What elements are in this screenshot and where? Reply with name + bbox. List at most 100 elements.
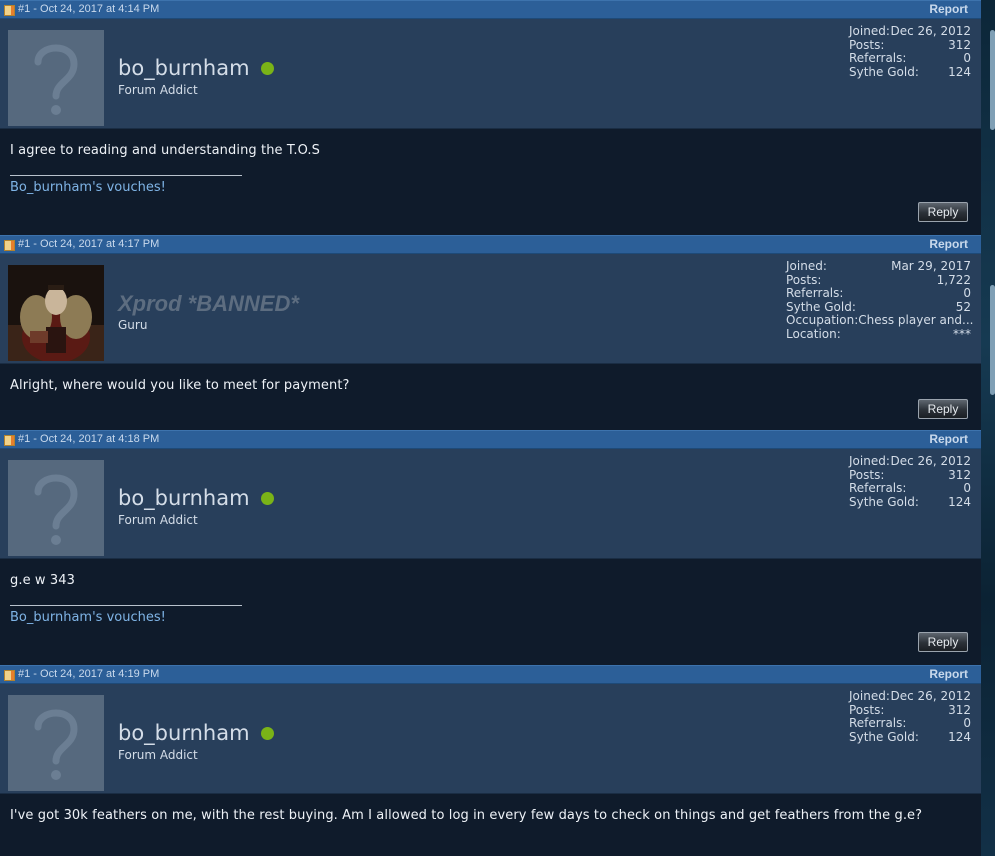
signature-link[interactable]: Bo_burnham's vouches! <box>10 610 166 625</box>
stat-label: Referrals: <box>849 481 907 495</box>
post-header: #1 - Oct 24, 2017 at 4:17 PM Report <box>0 235 981 254</box>
default-avatar-icon <box>8 695 104 791</box>
stat-value: 124 <box>948 494 971 509</box>
stat-row: Sythe Gold: 124 <box>849 494 971 510</box>
stat-row: Joined: Dec 26, 2012 <box>849 689 971 704</box>
stat-row: Sythe Gold: 124 <box>849 729 971 745</box>
signature-divider <box>10 175 242 176</box>
post-body: g.e w 343 Bo_burnham's vouches! Reply <box>0 559 981 665</box>
user-title: Forum Addict <box>118 83 198 97</box>
post: #1 - Oct 24, 2017 at 4:19 PM Report bo_b… <box>0 665 981 837</box>
username[interactable]: bo_burnham <box>118 486 250 510</box>
stat-row: Posts: 312 <box>849 37 971 53</box>
stat-value: 52 <box>955 299 971 314</box>
post: #1 - Oct 24, 2017 at 4:17 PM Report Xpro… <box>0 235 981 430</box>
stat-value: 0 <box>963 716 971 730</box>
post-message: I've got 30k feathers on me, with the re… <box>10 808 923 823</box>
stat-label: Posts: <box>849 37 885 52</box>
stat-value: 312 <box>948 37 971 52</box>
avatar[interactable] <box>8 695 104 791</box>
avatar[interactable] <box>8 30 104 126</box>
stat-value: 124 <box>948 729 971 744</box>
stat-row: Joined: Mar 29, 2017 <box>786 259 971 274</box>
stat-value: 1,722 <box>936 272 971 287</box>
reply-button[interactable]: Reply <box>918 632 968 652</box>
post-message: I agree to reading and understanding the… <box>10 143 320 158</box>
user-info-panel: Xprod *BANNED* Guru Joined: Mar 29, 2017 … <box>0 254 981 364</box>
stat-label: Posts: <box>849 702 885 717</box>
stat-row: Posts: 312 <box>849 467 971 483</box>
stat-value: *** <box>953 326 971 341</box>
stat-row: Sythe Gold: 124 <box>849 64 971 80</box>
stat-row: Referrals: 0 <box>786 286 971 301</box>
stat-label: Referrals: <box>786 286 844 300</box>
report-link[interactable]: Report <box>929 667 968 681</box>
stat-row: Location: *** <box>786 326 971 342</box>
username[interactable]: bo_burnham <box>118 721 250 745</box>
post-body: I've got 30k feathers on me, with the re… <box>0 794 981 837</box>
signature-link[interactable]: Bo_burnham's vouches! <box>10 180 166 195</box>
report-link[interactable]: Report <box>929 237 968 251</box>
signature-divider <box>10 605 242 606</box>
stat-row: Referrals: 0 <box>849 716 971 731</box>
scrollbar-track[interactable] <box>990 30 995 130</box>
stat-label: Sythe Gold: <box>849 64 919 79</box>
reply-button[interactable]: Reply <box>918 202 968 222</box>
username[interactable]: Xprod *BANNED* <box>118 291 299 317</box>
default-avatar-icon <box>8 30 104 126</box>
user-stats: Joined: Dec 26, 2012 Posts: 312 Referrals:… <box>849 689 971 745</box>
thread-posts: #1 - Oct 24, 2017 at 4:14 PM Report bo_b… <box>0 0 981 837</box>
stat-label: Occupation: <box>786 313 859 327</box>
stat-value: Chess player and... <box>858 313 974 327</box>
user-info-panel: bo_burnham Forum Addict Joined: Dec 26, 2… <box>0 449 981 559</box>
stat-value: 0 <box>963 286 971 300</box>
stat-row: Joined: Dec 26, 2012 <box>849 454 971 469</box>
stat-label: Location: <box>786 326 841 341</box>
post-icon <box>4 435 15 446</box>
stat-label: Referrals: <box>849 51 907 65</box>
reply-button[interactable]: Reply <box>918 399 968 419</box>
stat-row: Sythe Gold: 52 <box>786 299 971 315</box>
post-date: #1 - Oct 24, 2017 at 4:17 PM <box>18 238 160 250</box>
post-header: #1 - Oct 24, 2017 at 4:19 PM Report <box>0 665 981 684</box>
post-message: g.e w 343 <box>10 573 75 588</box>
post-body: Alright, where would you like to meet fo… <box>0 364 981 430</box>
online-status-icon <box>261 727 274 740</box>
stat-row: Referrals: 0 <box>849 51 971 66</box>
user-stats: Joined: Mar 29, 2017 Posts: 1,722 Referral… <box>786 259 974 342</box>
post-icon <box>4 670 15 681</box>
stat-value: Mar 29, 2017 <box>891 259 971 273</box>
post-icon <box>4 240 15 251</box>
post-header: #1 - Oct 24, 2017 at 4:18 PM Report <box>0 430 981 449</box>
stat-label: Sythe Gold: <box>849 494 919 509</box>
stat-value: Dec 26, 2012 <box>890 689 971 703</box>
stat-row: Posts: 1,722 <box>786 272 971 288</box>
stat-value: 312 <box>948 467 971 482</box>
character-avatar-icon <box>8 265 104 361</box>
user-info-panel: bo_burnham Forum Addict Joined: Dec 26, 2… <box>0 19 981 129</box>
stat-row: Posts: 312 <box>849 702 971 718</box>
stat-label: Posts: <box>849 467 885 482</box>
stat-value: Dec 26, 2012 <box>890 454 971 468</box>
post: #1 - Oct 24, 2017 at 4:14 PM Report bo_b… <box>0 0 981 235</box>
page-background-edge <box>981 0 995 856</box>
stat-row: Occupation: Chess player and... <box>786 313 974 328</box>
stat-label: Referrals: <box>849 716 907 730</box>
scrollbar-thumb[interactable] <box>990 285 995 395</box>
post-date: #1 - Oct 24, 2017 at 4:19 PM <box>18 668 160 680</box>
stat-value: 0 <box>963 481 971 495</box>
stat-label: Posts: <box>786 272 822 287</box>
stat-label: Sythe Gold: <box>786 299 856 314</box>
report-link[interactable]: Report <box>929 2 968 16</box>
username[interactable]: bo_burnham <box>118 56 250 80</box>
stat-label: Joined: <box>849 689 890 703</box>
stat-row: Referrals: 0 <box>849 481 971 496</box>
stat-value: 0 <box>963 51 971 65</box>
user-stats: Joined: Dec 26, 2012 Posts: 312 Referrals:… <box>849 454 971 510</box>
report-link[interactable]: Report <box>929 432 968 446</box>
stat-label: Joined: <box>786 259 827 273</box>
post-icon <box>4 5 15 16</box>
post-date: #1 - Oct 24, 2017 at 4:18 PM <box>18 433 160 445</box>
avatar[interactable] <box>8 460 104 556</box>
avatar[interactable] <box>8 265 104 361</box>
